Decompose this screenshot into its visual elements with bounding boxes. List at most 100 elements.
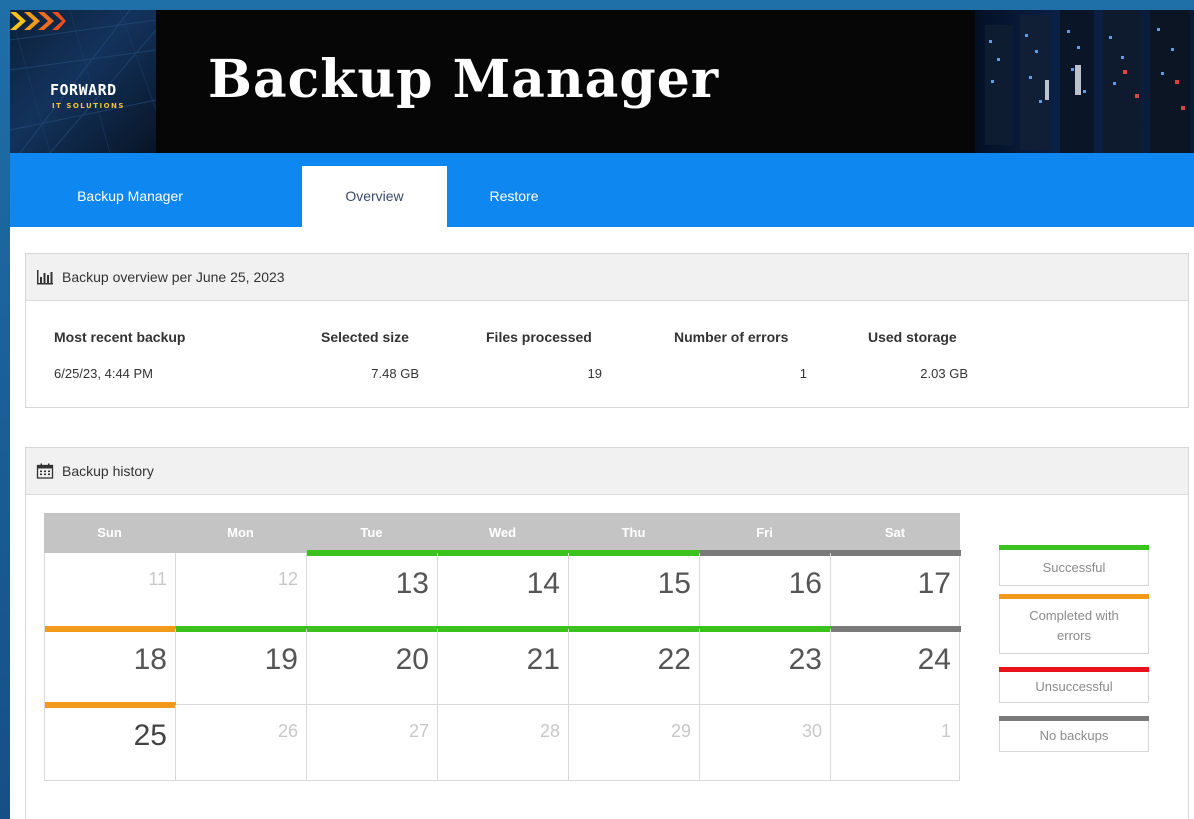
legend-swatch-no-backups (999, 716, 1149, 721)
calendar-day[interactable]: 20 (306, 626, 438, 705)
day-number: 23 (788, 643, 822, 676)
stat-value-number-of-errors: 1 (799, 366, 807, 381)
legend-swatch-successful (999, 545, 1149, 550)
calendar-day[interactable]: 21 (437, 626, 569, 705)
legend-label-unsuccessful: Unsuccessful (1035, 679, 1113, 694)
stat-label-most-recent-backup: Most recent backup (54, 329, 186, 345)
app-window: FORWARD IT SOLUTIONS Backup Manager Back… (10, 10, 1194, 819)
overview-header: Backup overview per June 25, 2023 (26, 254, 1188, 301)
backup-overview-panel: Backup overview per June 25, 2023 Most r… (25, 253, 1189, 408)
weekday-sun: Sun (97, 525, 122, 540)
day-number: 18 (133, 643, 167, 676)
calendar-day[interactable]: 23 (699, 626, 831, 705)
day-number: 25 (133, 719, 167, 752)
calendar-day[interactable]: 16 (699, 550, 831, 629)
weekday-mon: Mon (227, 525, 254, 540)
app-title: Backup Manager (208, 49, 720, 110)
status-bar-no-backups (831, 550, 961, 556)
weekday-fri: Fri (756, 525, 773, 540)
legend-label-successful: Successful (1042, 559, 1106, 575)
calendar-day[interactable]: 28 (437, 705, 568, 781)
day-number: 12 (277, 569, 298, 589)
day-number: 30 (801, 721, 822, 741)
stat-value-selected-size: 7.48 GB (371, 366, 419, 381)
legend-swatch-errors (999, 594, 1149, 599)
main-nav: Backup Manager Overview Restore (10, 153, 1194, 227)
day-number: 17 (917, 567, 951, 600)
calendar-day[interactable]: 27 (306, 705, 437, 781)
status-bar-successful (700, 626, 831, 632)
legend-label-no-backups: No backups (1039, 728, 1109, 743)
history-title: Backup history (62, 463, 154, 479)
calendar-day[interactable]: 15 (568, 550, 700, 629)
weekday-tue: Tue (360, 525, 383, 540)
calendar-day[interactable]: 19 (175, 626, 307, 705)
day-number: 13 (395, 567, 429, 600)
calendar-day[interactable]: 26 (175, 705, 306, 781)
stat-value-most-recent-backup: 6/25/23, 4:44 PM (54, 366, 154, 381)
calendar-day[interactable]: 17 (830, 550, 961, 629)
status-bar-successful (176, 626, 307, 632)
calendar-day[interactable]: 11 (44, 553, 175, 629)
legend-unsuccessful: Unsuccessful (999, 667, 1149, 703)
legend-swatch-unsuccessful (999, 667, 1149, 672)
status-bar-successful (307, 550, 438, 556)
calendar-icon (36, 463, 54, 479)
overview-stats: Most recent backup 6/25/23, 4:44 PM Sele… (26, 301, 1188, 406)
calendar-day[interactable]: 14 (437, 550, 569, 629)
day-number: 21 (526, 643, 560, 676)
logo-tagline: IT SOLUTIONS (52, 102, 125, 110)
stat-label-used-storage: Used storage (868, 329, 957, 345)
day-number: 15 (657, 567, 691, 600)
day-number: 20 (395, 643, 429, 676)
backup-history-panel: Backup history Sun Mon Tue Wed Thu Fri S… (25, 447, 1189, 819)
stat-label-files-processed: Files processed (486, 329, 592, 345)
tab-overview[interactable]: Overview (302, 166, 447, 227)
status-bar-successful (569, 626, 700, 632)
legend-errors: Completed with errors (999, 594, 1149, 654)
calendar-day[interactable]: 22 (568, 626, 700, 705)
calendar-day[interactable]: 30 (699, 705, 830, 781)
stat-label-number-of-errors: Number of errors (674, 329, 789, 345)
company-logo: FORWARD IT SOLUTIONS (10, 10, 156, 153)
status-legend: Successful Completed with errors Unsucce… (999, 545, 1149, 752)
day-number: 27 (408, 721, 429, 741)
status-bar-successful (438, 550, 569, 556)
overview-title: Backup overview per June 25, 2023 (62, 269, 285, 285)
status-bar-successful (307, 626, 438, 632)
calendar-weekday-header: Sun Mon Tue Wed Thu Fri Sat (44, 513, 960, 553)
stat-label-selected-size: Selected size (321, 329, 409, 345)
status-bar-no-backups (700, 550, 831, 556)
day-number: 14 (526, 567, 560, 600)
calendar-day-today[interactable]: 25 (44, 702, 176, 781)
status-bar-errors (45, 702, 176, 708)
calendar-day[interactable]: 24 (830, 626, 961, 705)
weekday-thu: Thu (621, 525, 646, 540)
day-number: 26 (277, 721, 298, 741)
calendar-day[interactable]: 18 (44, 626, 176, 705)
weekday-sat: Sat (884, 525, 906, 540)
day-number: 24 (917, 643, 951, 676)
tab-backup-manager[interactable]: Backup Manager (47, 166, 213, 227)
day-number: 11 (148, 569, 167, 589)
logo-wordmark: FORWARD (50, 81, 117, 99)
day-number: 19 (264, 643, 298, 676)
status-bar-no-backups (831, 626, 961, 632)
calendar-day[interactable]: 12 (175, 553, 306, 629)
day-number: 16 (788, 567, 822, 600)
calendar-week: 18 19 20 21 22 23 24 (44, 626, 961, 705)
status-bar-successful (438, 626, 569, 632)
history-header: Backup history (26, 448, 1188, 495)
calendar-day[interactable]: 13 (306, 550, 438, 629)
tab-restore[interactable]: Restore (470, 166, 558, 227)
stat-value-used-storage: 2.03 GB (920, 366, 968, 381)
bar-chart-icon (36, 269, 54, 285)
day-number: 1 (940, 721, 951, 741)
header-banner: FORWARD IT SOLUTIONS Backup Manager (10, 10, 1194, 153)
day-number: 22 (657, 643, 691, 676)
stat-value-files-processed: 19 (587, 366, 602, 381)
calendar-day[interactable]: 1 (830, 705, 960, 781)
day-number: 29 (670, 721, 691, 741)
server-room-image (975, 10, 1194, 153)
calendar-day[interactable]: 29 (568, 705, 699, 781)
